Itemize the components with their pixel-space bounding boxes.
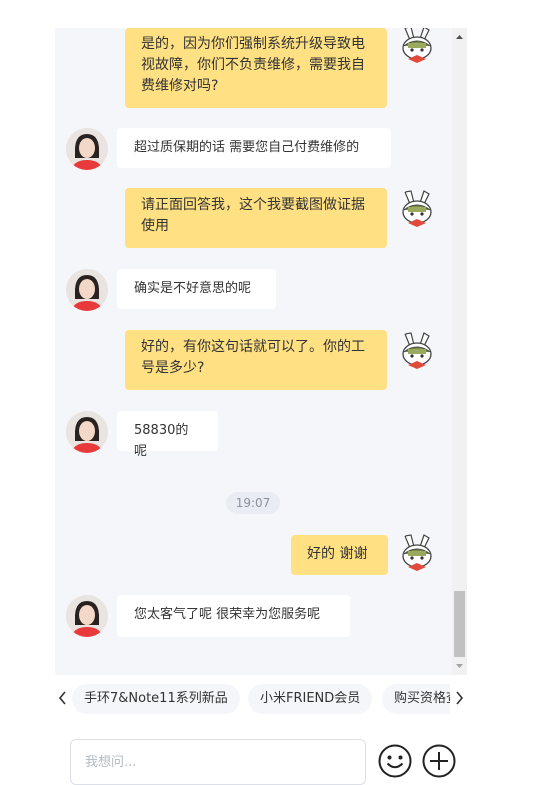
user-avatar-mascot-icon bbox=[396, 188, 438, 230]
arrow-up-icon[interactable] bbox=[452, 28, 467, 46]
quick-chip[interactable]: 购买资格查询 bbox=[382, 684, 450, 714]
message-text: 是的，因为你们强制系统升级导致电视故障，你们不负责维修，需要我自费维修对吗? bbox=[141, 36, 365, 94]
plus-circle-icon[interactable] bbox=[421, 743, 457, 779]
agent-message-bubble: 确实是不好意思的呢 bbox=[117, 269, 276, 309]
quick-chip[interactable]: 手环7&Note11系列新品 bbox=[72, 684, 240, 714]
agent-avatar bbox=[66, 269, 108, 311]
agent-avatar bbox=[66, 595, 108, 637]
composer bbox=[55, 729, 467, 785]
user-avatar-mascot-icon bbox=[396, 28, 438, 66]
agent-message-bubble: 58830的呢 bbox=[117, 411, 218, 459]
user-message-bubble: 请正面回答我，这个我要截图做证据使用 bbox=[125, 188, 387, 248]
agent-message-bubble: 您太客气了呢 很荣幸为您服务呢 bbox=[117, 595, 350, 637]
chat-window: 是的，因为你们强制系统升级导致电视故障，你们不负责维修，需要我自费维修对吗? 超… bbox=[55, 28, 467, 785]
chevron-right-icon[interactable] bbox=[452, 687, 466, 709]
vertical-scrollbar[interactable] bbox=[452, 28, 467, 675]
agent-avatar bbox=[66, 411, 108, 453]
user-avatar-mascot-icon bbox=[396, 532, 438, 574]
agent-avatar bbox=[66, 128, 108, 170]
chevron-left-icon[interactable] bbox=[56, 687, 70, 709]
message-text: 超过质保期的话 需要您自己付费维修的 bbox=[134, 140, 360, 155]
agent-message-bubble: 超过质保期的话 需要您自己付费维修的 bbox=[117, 128, 391, 168]
user-message-bubble: 好的 谢谢 bbox=[291, 535, 388, 575]
quick-chips-track: 手环7&Note11系列新品 小米FRIEND会员 购买资格查询 bbox=[72, 684, 450, 716]
quick-chip[interactable]: 小米FRIEND会员 bbox=[248, 684, 373, 714]
message-input[interactable] bbox=[70, 739, 366, 785]
emoji-icon[interactable] bbox=[377, 743, 413, 779]
message-text: 58830的呢 bbox=[134, 423, 189, 459]
quick-question-bar: 手环7&Note11系列新品 小米FRIEND会员 购买资格查询 bbox=[55, 679, 467, 721]
user-message-bubble: 是的，因为你们强制系统升级导致电视故障，你们不负责维修，需要我自费维修对吗? bbox=[125, 28, 387, 108]
message-list[interactable]: 是的，因为你们强制系统升级导致电视故障，你们不负责维修，需要我自费维修对吗? 超… bbox=[55, 28, 467, 675]
scrollbar-thumb[interactable] bbox=[454, 591, 465, 657]
timestamp-badge: 19:07 bbox=[226, 492, 280, 514]
message-text: 好的 谢谢 bbox=[307, 546, 368, 562]
user-avatar-mascot-icon bbox=[396, 330, 438, 372]
message-text: 好的，有你这句话就可以了。你的工号是多少? bbox=[141, 339, 365, 376]
arrow-down-icon[interactable] bbox=[452, 657, 467, 675]
message-text: 您太客气了呢 很荣幸为您服务呢 bbox=[134, 607, 321, 622]
message-text: 确实是不好意思的呢 bbox=[134, 281, 252, 296]
message-text: 请正面回答我，这个我要截图做证据使用 bbox=[141, 197, 365, 234]
user-message-bubble: 好的，有你这句话就可以了。你的工号是多少? bbox=[125, 330, 387, 390]
